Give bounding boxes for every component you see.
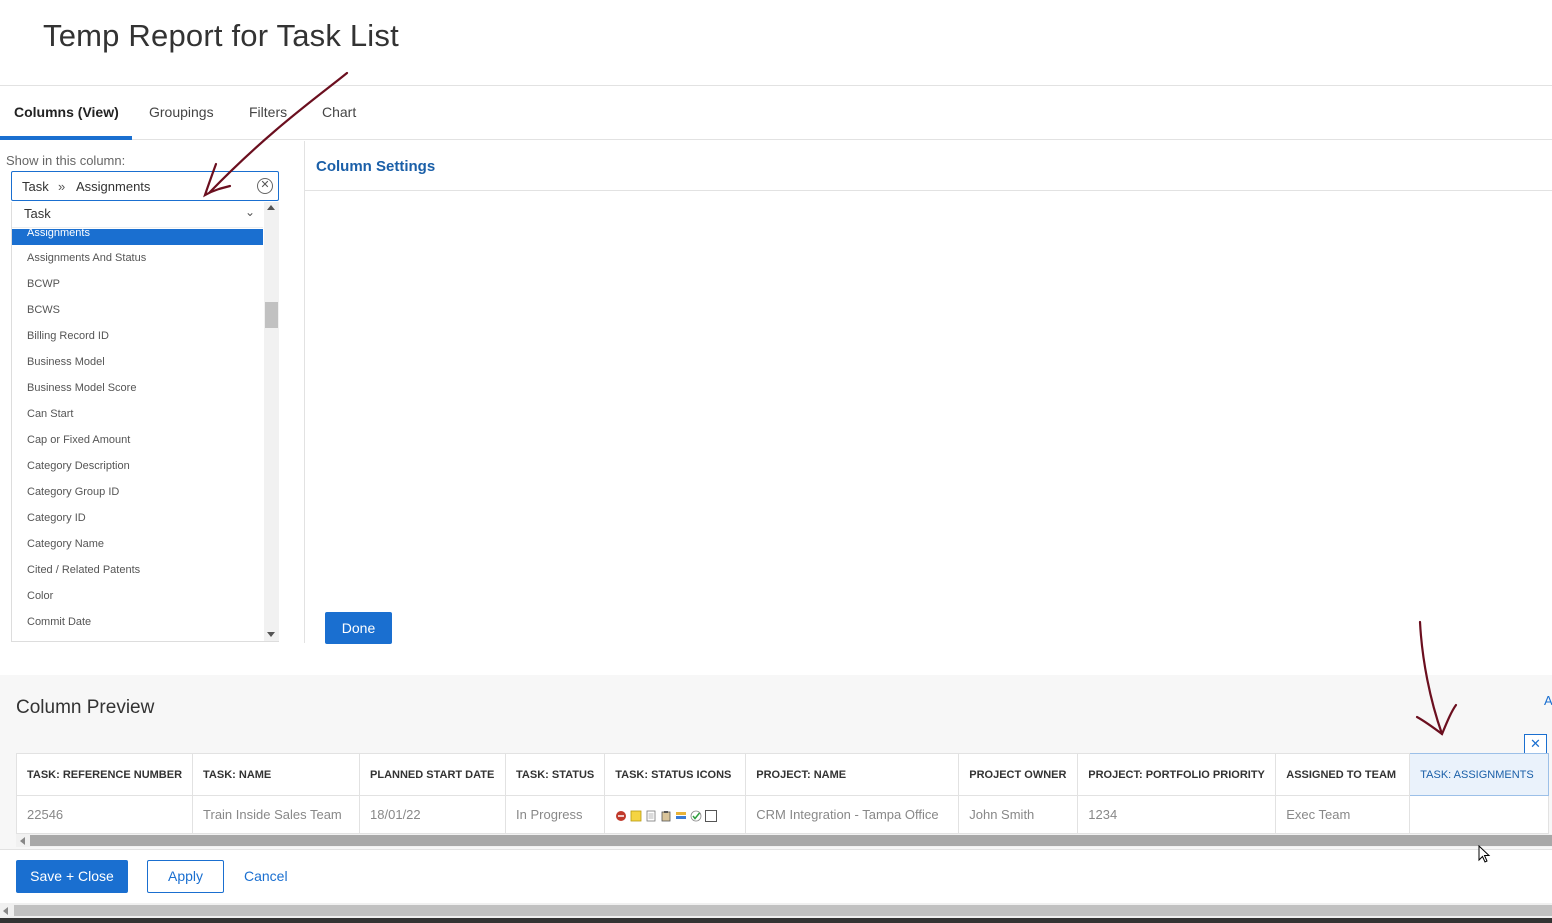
list-scrollbar[interactable]: [264, 202, 279, 641]
list-item[interactable]: Assignments And Status: [12, 245, 263, 271]
tab-groupings[interactable]: Groupings: [149, 86, 214, 140]
tab-columns-view[interactable]: Columns (View): [14, 86, 119, 140]
cell-task-status: In Progress: [505, 795, 606, 834]
preview-link[interactable]: A: [1544, 693, 1552, 708]
list-item[interactable]: Color: [12, 583, 263, 609]
note-icon: [630, 810, 642, 821]
cell-task-assignments: [1409, 795, 1550, 834]
list-item[interactable]: Business Model: [12, 349, 263, 375]
check-circle-icon: [690, 810, 702, 821]
list-item[interactable]: Business Model Score: [12, 375, 263, 401]
column-header[interactable]: PROJECT OWNER: [958, 753, 1079, 796]
divider: [305, 190, 1552, 191]
cell-portfolio-priority: 1234: [1077, 795, 1277, 834]
scroll-thumb[interactable]: [30, 835, 1552, 846]
preview-horizontal-scrollbar[interactable]: [16, 834, 1552, 847]
apply-button[interactable]: Apply: [147, 860, 224, 893]
scroll-thumb[interactable]: [14, 905, 1552, 916]
field-name-label: Assignments: [76, 179, 151, 194]
red-circle-icon: [616, 810, 627, 821]
taskbar-edge: [0, 918, 1552, 923]
document-icon: [646, 810, 656, 821]
column-header[interactable]: TASK: STATUS: [505, 753, 606, 796]
cell-reference-number: 22546: [15, 795, 194, 834]
column-header[interactable]: TASK: REFERENCE NUMBER: [15, 753, 194, 796]
list-item[interactable]: Cap or Fixed Amount: [12, 427, 263, 453]
column-header[interactable]: PROJECT: PORTFOLIO PRIORITY: [1077, 753, 1277, 796]
clear-icon[interactable]: ✕: [257, 178, 273, 194]
column-header[interactable]: ASSIGNED TO TEAM: [1275, 753, 1411, 796]
list-item[interactable]: Commit Date: [12, 609, 263, 635]
cell-project-owner: John Smith: [958, 795, 1079, 834]
done-button[interactable]: Done: [325, 612, 392, 644]
report-editor: Temp Report for Task List Columns (View)…: [0, 0, 1552, 923]
cell-assigned-team: Exec Team: [1275, 795, 1411, 834]
list-item[interactable]: Category Group ID: [12, 479, 263, 505]
list-item[interactable]: BCWP: [12, 271, 263, 297]
field-list: Task ⌄ Assignments Assignments And Statu…: [11, 202, 279, 642]
cell-planned-start-date: 18/01/22: [359, 795, 507, 834]
scroll-up-icon[interactable]: [267, 205, 275, 210]
table-header-row: TASK: REFERENCE NUMBER TASK: NAME PLANNE…: [15, 753, 1550, 796]
list-item[interactable]: Assignments: [12, 228, 263, 245]
list-item[interactable]: Cited / Related Patents: [12, 557, 263, 583]
list-item[interactable]: BCWS: [12, 297, 263, 323]
field-group-header[interactable]: Task ⌄: [12, 202, 263, 228]
cell-task-name: Train Inside Sales Team: [192, 795, 361, 834]
cell-project-name: CRM Integration - Tampa Office: [745, 795, 960, 834]
list-item[interactable]: Category Description: [12, 453, 263, 479]
chevron-down-icon: ⌄: [244, 205, 255, 219]
mouse-cursor-icon: [1478, 845, 1491, 863]
show-in-column-label: Show in this column:: [6, 153, 126, 168]
field-group-label: Task: [24, 206, 51, 221]
column-header-selected[interactable]: TASK: ASSIGNMENTS: [1409, 753, 1550, 796]
page-horizontal-scrollbar[interactable]: [0, 903, 1552, 918]
column-header[interactable]: PLANNED START DATE: [359, 753, 507, 796]
tab-filters[interactable]: Filters: [249, 86, 287, 140]
field-separator-icon: »: [58, 179, 66, 194]
checkbox-icon: [705, 809, 718, 822]
cancel-button[interactable]: Cancel: [244, 868, 288, 884]
cell-status-icons: [604, 795, 747, 834]
field-picker-input[interactable]: Task » Assignments ✕: [11, 171, 279, 201]
folder-stack-icon: [676, 811, 687, 819]
list-item[interactable]: Category ID: [12, 505, 263, 531]
table-row: 22546 Train Inside Sales Team 18/01/22 I…: [15, 795, 1550, 834]
scroll-down-icon[interactable]: [267, 632, 275, 637]
tab-chart[interactable]: Chart: [322, 86, 356, 140]
list-item[interactable]: Category Name: [12, 531, 263, 557]
remove-column-button[interactable]: ✕: [1524, 734, 1547, 754]
column-header[interactable]: TASK: STATUS ICONS: [604, 753, 747, 796]
tab-bar: Columns (View) Groupings Filters Chart: [0, 86, 1552, 140]
column-settings-title: Column Settings: [316, 158, 436, 175]
column-preview-title: Column Preview: [16, 697, 155, 718]
page-title: Temp Report for Task List: [43, 18, 399, 53]
panel-divider: [304, 141, 305, 643]
active-tab-indicator: [0, 136, 132, 140]
column-header[interactable]: TASK: NAME: [192, 753, 361, 796]
scroll-left-icon[interactable]: [3, 907, 8, 915]
clipboard-icon: [661, 810, 671, 821]
preview-table: TASK: REFERENCE NUMBER TASK: NAME PLANNE…: [15, 753, 1550, 834]
scroll-left-icon[interactable]: [20, 837, 25, 845]
field-object-label: Task: [22, 179, 49, 194]
list-item[interactable]: Can Start: [12, 401, 263, 427]
column-header[interactable]: PROJECT: NAME: [745, 753, 960, 796]
save-close-button[interactable]: Save + Close: [16, 860, 128, 893]
divider: [0, 849, 1552, 850]
scroll-thumb[interactable]: [265, 302, 278, 328]
list-item[interactable]: Billing Record ID: [12, 323, 263, 349]
